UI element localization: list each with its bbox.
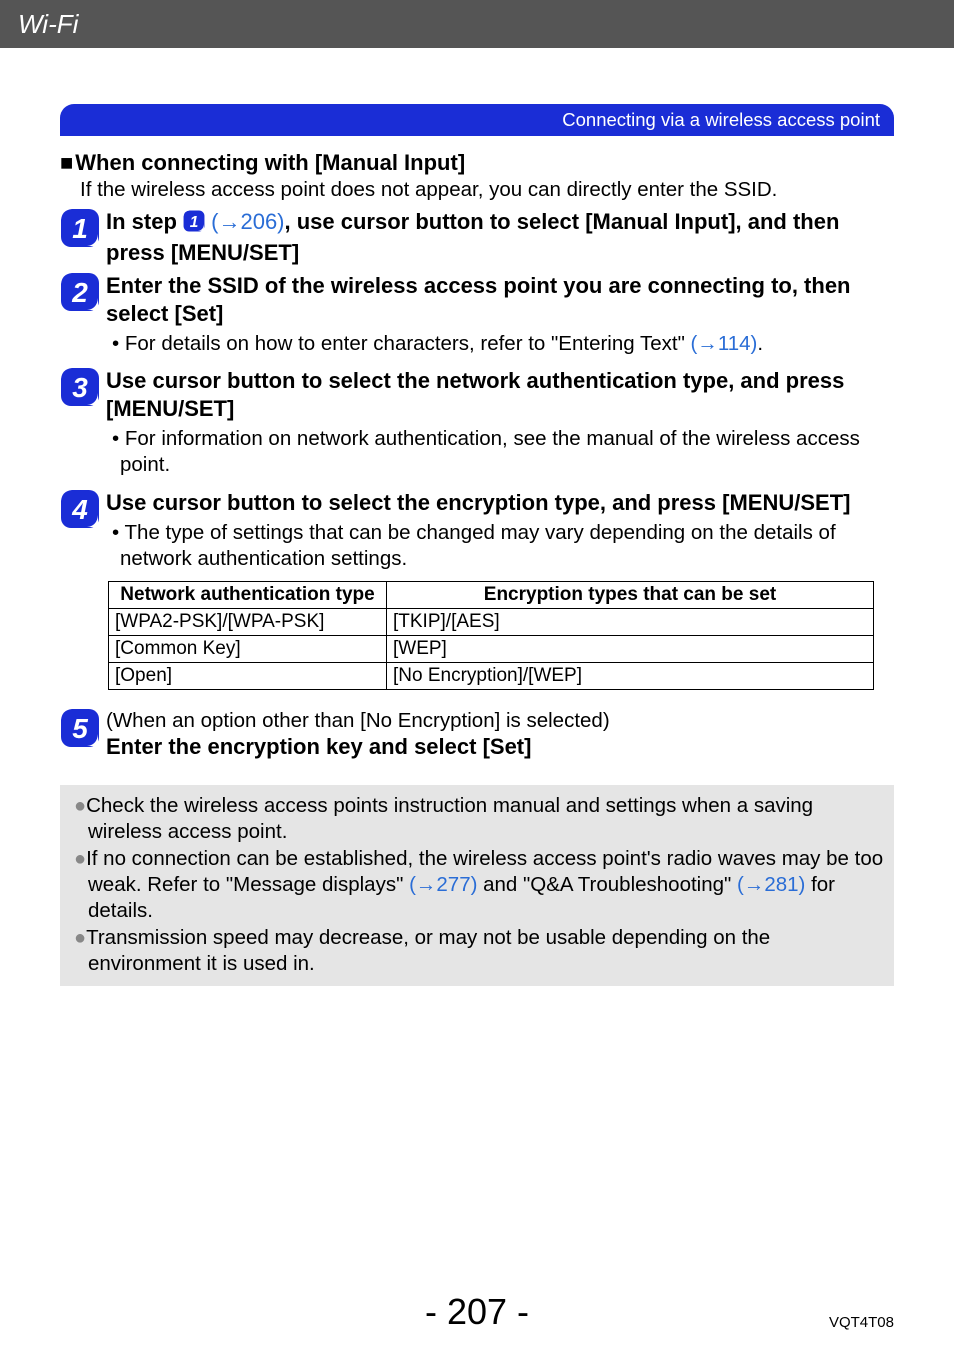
page-number: - 207 - (425, 1291, 529, 1332)
footer-code: VQT4T08 (829, 1314, 894, 1331)
step-4: 4 Use cursor button to select the encryp… (60, 489, 894, 573)
step-3-body: Use cursor button to select the network … (106, 367, 894, 478)
header-title: Wi-Fi (18, 9, 78, 40)
section-intro: If the wireless access point does not ap… (80, 178, 894, 202)
table-row: [WPA2-PSK]/[WPA-PSK] [TKIP]/[AES] (109, 608, 874, 635)
note-2-mid: and "Q&A Troubleshooting" (477, 873, 737, 896)
content-area: Connecting via a wireless access point ■… (0, 48, 954, 986)
step-3-title: Use cursor button to select the network … (106, 367, 894, 422)
table-row: [Common Key] [WEP] (109, 635, 874, 662)
table-cell: [No Encryption]/[WEP] (387, 662, 874, 689)
step-2-body: Enter the SSID of the wireless access po… (106, 272, 894, 357)
bullet-icon: ● (74, 927, 86, 949)
step-5-body: (When an option other than [No Encryptio… (106, 708, 894, 761)
step-3-bullet: • For information on network authenticat… (112, 426, 894, 478)
footer: - 207 - VQT4T08 (0, 1291, 954, 1333)
table-cell: [WEP] (387, 635, 874, 662)
step-4-title: Use cursor button to select the encrypti… (106, 489, 894, 517)
note-item-3: ●Transmission speed may decrease, or may… (68, 925, 886, 978)
step-number-5-icon: 5 (60, 708, 100, 748)
step-5-parenthetical: (When an option other than [No Encryptio… (106, 708, 894, 734)
step-2-title: Enter the SSID of the wireless access po… (106, 272, 894, 327)
svg-text:5: 5 (72, 713, 88, 744)
step-2-bullet: • For details on how to enter characters… (112, 331, 894, 357)
step-1: 1 In step 1 (→206), use cursor button to… (60, 208, 894, 266)
step-5: 5 (When an option other than [No Encrypt… (60, 708, 894, 761)
note-3-text: Transmission speed may decrease, or may … (86, 926, 770, 976)
svg-text:1: 1 (72, 213, 88, 244)
svg-text:4: 4 (71, 494, 88, 525)
table-header-col1: Network authentication type (109, 581, 387, 608)
section-heading-text: When connecting with [Manual Input] (75, 150, 465, 176)
step-5-title: Enter the encryption key and select [Set… (106, 733, 894, 761)
note-item-1: ●Check the wireless access points instru… (68, 793, 886, 846)
step-2-bullet-post: . (757, 332, 763, 355)
note-1-text: Check the wireless access points instruc… (86, 794, 813, 844)
table-cell: [Common Key] (109, 635, 387, 662)
step-4-bullet: • The type of settings that can be chang… (112, 520, 894, 572)
banner-text: Connecting via a wireless access point (562, 109, 880, 131)
svg-text:1: 1 (190, 214, 199, 231)
bullet-icon: ● (74, 848, 86, 870)
step-1-pre: In step (106, 209, 183, 234)
step-number-4-icon: 4 (60, 489, 100, 529)
step-2: 2 Enter the SSID of the wireless access … (60, 272, 894, 357)
table-cell: [Open] (109, 662, 387, 689)
inline-step-1-icon: 1 (183, 210, 205, 239)
table-row: [Open] [No Encryption]/[WEP] (109, 662, 874, 689)
table-cell: [WPA2-PSK]/[WPA-PSK] (109, 608, 387, 635)
encryption-table: Network authentication type Encryption t… (108, 581, 874, 690)
table-cell: [TKIP]/[AES] (387, 608, 874, 635)
step-3-bullet-text: For information on network authenticatio… (120, 427, 860, 476)
step-2-bullet-link[interactable]: (→114) (691, 332, 758, 355)
note-2-link-1[interactable]: (→277) (409, 873, 477, 896)
step-number-2-icon: 2 (60, 272, 100, 312)
step-1-link[interactable]: (→206) (211, 209, 284, 234)
section-heading: ■ When connecting with [Manual Input] (60, 150, 894, 176)
square-bullet-icon: ■ (60, 150, 73, 176)
step-4-body: Use cursor button to select the encrypti… (106, 489, 894, 573)
table-header-col2: Encryption types that can be set (387, 581, 874, 608)
step-2-bullet-pre: For details on how to enter characters, … (125, 332, 691, 355)
note-item-2: ●If no connection can be established, th… (68, 846, 886, 925)
svg-text:3: 3 (72, 372, 88, 403)
table-header-row: Network authentication type Encryption t… (109, 581, 874, 608)
notes-box: ●Check the wireless access points instru… (60, 785, 894, 986)
step-3: 3 Use cursor button to select the networ… (60, 367, 894, 478)
step-number-1-icon: 1 (60, 208, 100, 248)
bullet-icon: ● (74, 795, 86, 817)
step-number-3-icon: 3 (60, 367, 100, 407)
note-2-link-2[interactable]: (→281) (737, 873, 805, 896)
header-bar: Wi-Fi (0, 0, 954, 48)
step-4-bullet-text: The type of settings that can be changed… (120, 521, 836, 570)
page-banner: Connecting via a wireless access point (60, 104, 894, 136)
step-1-body: In step 1 (→206), use cursor button to s… (106, 208, 894, 266)
svg-text:2: 2 (71, 277, 88, 308)
step-1-title: In step 1 (→206), use cursor button to s… (106, 208, 894, 266)
